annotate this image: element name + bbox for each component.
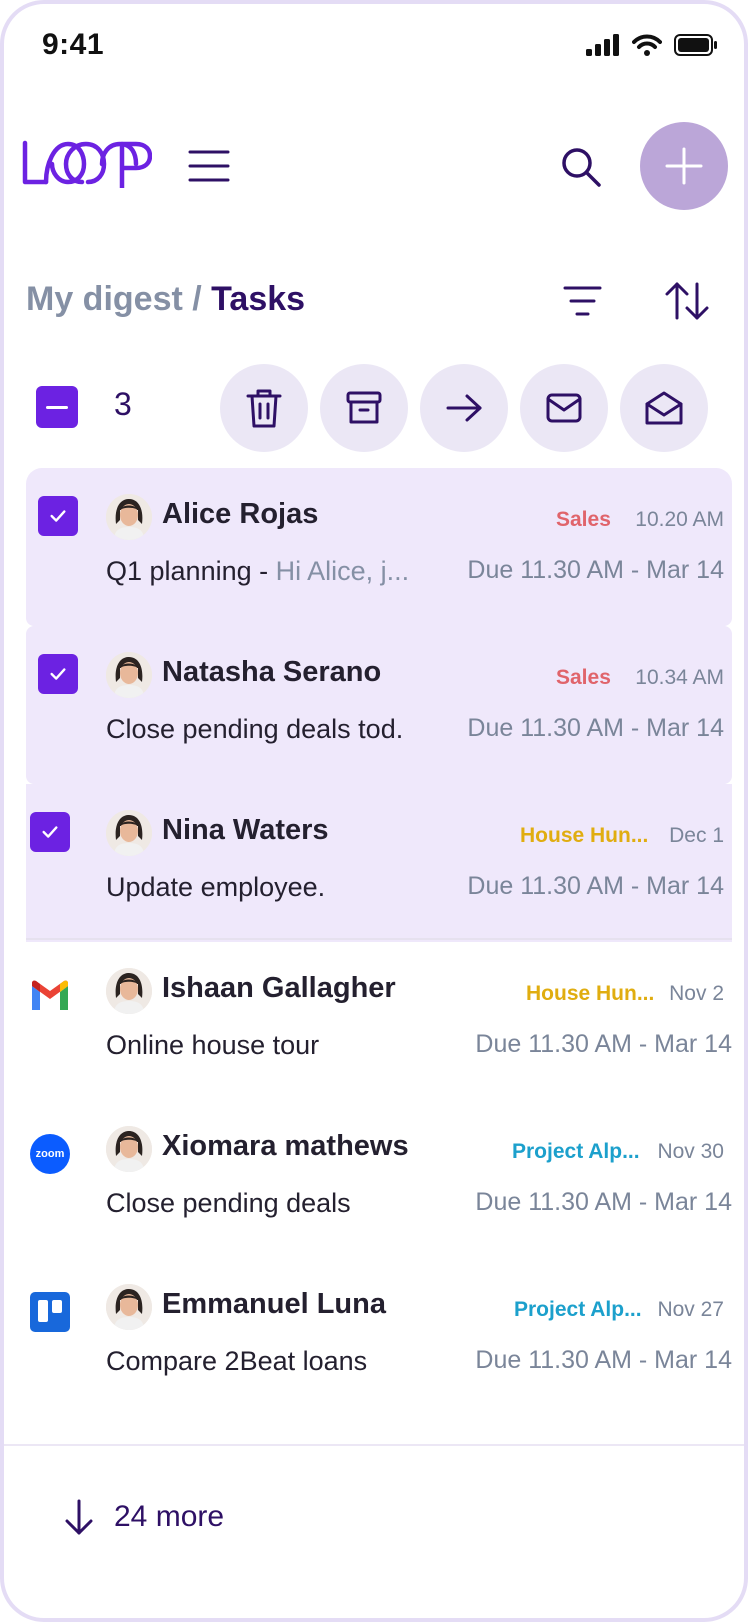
project-tag[interactable]: House Hun... bbox=[520, 824, 648, 848]
arrow-right-icon bbox=[446, 394, 482, 422]
loop-logo-icon bbox=[22, 140, 153, 191]
filter-icon bbox=[563, 286, 602, 316]
sender-name: Natasha Serano bbox=[162, 656, 382, 688]
move-button[interactable] bbox=[420, 364, 508, 452]
task-preview: Hi Alice, j... bbox=[275, 556, 410, 586]
breadcrumb-parent[interactable]: My digest bbox=[26, 280, 183, 318]
project-tag[interactable]: Sales bbox=[556, 666, 611, 690]
avatar bbox=[106, 810, 152, 856]
due-date: Due 11.30 AM - Mar 14 bbox=[467, 714, 724, 742]
row-checkbox[interactable] bbox=[38, 496, 78, 536]
menu-button[interactable] bbox=[188, 146, 232, 186]
mark-unread-button[interactable] bbox=[520, 364, 608, 452]
due-date: Due 11.30 AM - Mar 14 bbox=[475, 1346, 732, 1374]
task-subject: Compare 2Beat loans bbox=[106, 1346, 367, 1377]
received-time: 10.20 AM bbox=[635, 508, 724, 531]
trello-icon bbox=[30, 1292, 70, 1332]
task-title: Close pending deals tod. bbox=[106, 714, 404, 744]
due-date: Due 11.30 AM - Mar 14 bbox=[475, 1188, 732, 1216]
search-button[interactable] bbox=[560, 146, 602, 188]
avatar bbox=[106, 968, 152, 1014]
sender-name: Alice Rojas bbox=[162, 498, 319, 530]
minus-icon bbox=[46, 405, 68, 409]
task-title: Compare 2Beat loans bbox=[106, 1346, 368, 1376]
status-time: 9:41 bbox=[42, 28, 105, 61]
task-title: Close pending deals bbox=[106, 1188, 351, 1218]
task-subject: Online house tour bbox=[106, 1030, 319, 1061]
breadcrumb-separator: / bbox=[192, 280, 202, 318]
task-title: Q1 planning - bbox=[106, 556, 276, 586]
gmail-icon bbox=[30, 976, 70, 1016]
task-row[interactable]: zoom Xiomara mathews Project Alp... Nov 30 C… bbox=[26, 1100, 732, 1258]
received-time: Dec 1 bbox=[669, 824, 724, 847]
received-time: Nov 27 bbox=[657, 1298, 724, 1321]
archive-button[interactable] bbox=[320, 364, 408, 452]
signal-icon bbox=[586, 34, 619, 56]
due-date: Due 11.30 AM - Mar 14 bbox=[475, 1030, 732, 1058]
task-subject: Close pending deals tod. bbox=[106, 714, 403, 745]
check-icon bbox=[48, 664, 68, 684]
task-row[interactable]: Emmanuel Luna Project Alp... Nov 27 Compare… bbox=[26, 1258, 732, 1416]
check-icon bbox=[48, 506, 68, 526]
mark-read-button[interactable] bbox=[620, 364, 708, 452]
zoom-logo-text: zoom bbox=[30, 1134, 70, 1174]
task-title: Update employee. bbox=[106, 872, 326, 902]
row-checkbox[interactable] bbox=[38, 654, 78, 694]
task-row[interactable]: Nina Waters House Hun... Dec 1 Update emplo… bbox=[26, 784, 732, 942]
received-time: Nov 2 bbox=[669, 982, 724, 1005]
loop-logo[interactable] bbox=[22, 140, 153, 193]
received-time: 10.34 AM bbox=[635, 666, 724, 689]
delete-button[interactable] bbox=[220, 364, 308, 452]
plus-icon bbox=[665, 147, 703, 185]
task-title: Online house tour bbox=[106, 1030, 320, 1060]
avatar bbox=[106, 494, 152, 540]
received-time: Nov 30 bbox=[657, 1140, 724, 1163]
avatar bbox=[106, 652, 152, 698]
project-tag[interactable]: House Hun... bbox=[526, 982, 654, 1006]
sort-icon bbox=[665, 282, 709, 320]
task-subject: Close pending deals bbox=[106, 1188, 351, 1219]
wifi-icon bbox=[632, 34, 662, 56]
filter-button[interactable] bbox=[562, 282, 604, 320]
sender-name: Emmanuel Luna bbox=[162, 1288, 386, 1320]
sender-name: Ishaan Gallagher bbox=[162, 972, 396, 1004]
arrow-down-icon bbox=[65, 1499, 93, 1535]
archive-icon bbox=[346, 391, 382, 424]
row-checkbox[interactable] bbox=[30, 812, 70, 852]
load-more-label: 24 more bbox=[114, 1500, 225, 1533]
sort-button[interactable] bbox=[664, 278, 710, 324]
selected-count: 3 bbox=[114, 386, 132, 422]
select-all-checkbox[interactable] bbox=[36, 386, 78, 428]
task-row[interactable]: Natasha Serano Sales 10.34 AM Close pending… bbox=[26, 626, 732, 784]
avatar bbox=[106, 1284, 152, 1330]
page-title: Tasks bbox=[211, 280, 306, 318]
battery-icon bbox=[674, 34, 717, 56]
sender-name: Nina Waters bbox=[162, 814, 329, 846]
task-row[interactable]: Alice Rojas Sales 10.20 AM Q1 planning - Hi… bbox=[26, 468, 732, 626]
due-date: Due 11.30 AM - Mar 14 bbox=[467, 872, 724, 900]
footer-divider bbox=[4, 1444, 744, 1446]
mail-open-icon bbox=[645, 391, 683, 425]
due-date: Due 11.30 AM - Mar 14 bbox=[467, 556, 724, 584]
project-tag[interactable]: Project Alp... bbox=[512, 1140, 640, 1164]
task-subject: Update employee. bbox=[106, 872, 325, 903]
zoom-icon: zoom bbox=[30, 1134, 70, 1174]
hamburger-icon bbox=[188, 150, 230, 182]
avatar bbox=[106, 1126, 152, 1172]
mail-icon bbox=[546, 393, 582, 423]
sender-name: Xiomara mathews bbox=[162, 1130, 409, 1162]
breadcrumb: My digest / Tasks bbox=[26, 280, 305, 319]
trash-icon bbox=[246, 389, 282, 428]
compose-button[interactable] bbox=[640, 122, 728, 210]
task-subject: Q1 planning - Hi Alice, j... bbox=[106, 556, 409, 587]
task-row[interactable]: Ishaan Gallagher House Hun... Nov 2 Online … bbox=[26, 942, 732, 1100]
selection-divider bbox=[26, 938, 732, 940]
search-icon bbox=[562, 148, 601, 187]
check-icon bbox=[40, 822, 60, 842]
load-more-button[interactable]: 24 more bbox=[64, 1498, 224, 1536]
status-icons bbox=[586, 34, 718, 56]
project-tag[interactable]: Project Alp... bbox=[514, 1298, 642, 1322]
project-tag[interactable]: Sales bbox=[556, 508, 611, 532]
phone-frame: 9:41 My digest / Tasks 3 Alice Rojas Sal… bbox=[0, 0, 748, 1622]
